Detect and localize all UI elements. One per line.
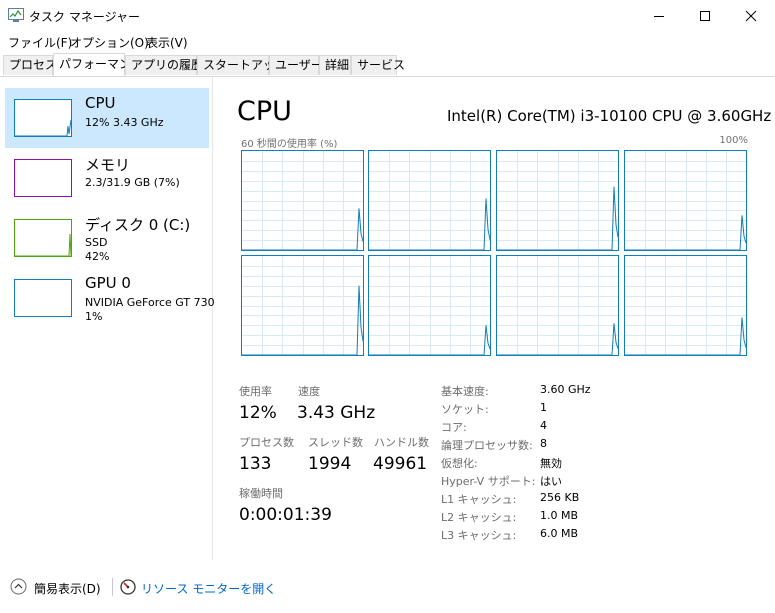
spec-value: 256 KB: [540, 491, 580, 504]
tab-users[interactable]: ユーザー: [269, 55, 323, 75]
core-graph: [624, 255, 747, 356]
usage-line: [369, 198, 490, 250]
page-title: CPU: [237, 96, 292, 127]
speed-value: 3.43 GHz: [297, 403, 376, 423]
core-graph: [241, 150, 364, 251]
maximize-button[interactable]: [682, 0, 728, 31]
close-button[interactable]: [728, 0, 774, 31]
spec-value: 6.0 MB: [540, 527, 579, 540]
spec-label: 論理プロセッサ数:: [441, 439, 533, 452]
core-graph-canvas: [625, 256, 746, 355]
spec-label: L3 キャッシュ:: [441, 529, 517, 542]
core-graph: [241, 255, 364, 356]
speed-label: 速度: [298, 385, 320, 398]
core-graph: [368, 150, 491, 251]
core-graph-canvas: [497, 151, 618, 250]
resource-monitor-icon[interactable]: [120, 579, 136, 595]
resource-list: CPU 12% 3.43 GHz メモリ 2.3/31.9 GB (7%) ディ…: [0, 77, 215, 560]
threads-label: スレッド数: [308, 436, 363, 449]
tab-details[interactable]: 詳細: [319, 55, 351, 75]
task-manager-icon: [8, 8, 24, 22]
resource-detail: 1%: [85, 310, 103, 323]
footer-bar: [0, 566, 775, 613]
usage-line: [497, 323, 618, 355]
disk-thumbnail-graph: [14, 219, 72, 257]
memory-thumbnail-graph: [14, 159, 72, 197]
tab-startup[interactable]: スタートアップ: [197, 55, 287, 75]
resource-monitor-link[interactable]: リソース モニターを開く: [141, 580, 276, 597]
spec-value: 1.0 MB: [540, 509, 579, 522]
core-graph-canvas: [497, 256, 618, 355]
fewer-details-button[interactable]: 簡易表示(D): [34, 580, 101, 597]
resource-detail: 2.3/31.9 GB (7%): [85, 176, 180, 189]
tab-services[interactable]: サービス: [351, 55, 405, 75]
spec-label: L2 キャッシュ:: [441, 511, 517, 524]
spec-value: はい: [540, 475, 562, 488]
resource-detail: NVIDIA GeForce GT 730: [85, 296, 215, 309]
usage-label: 使用率: [239, 385, 272, 398]
chevron-up-circle-icon[interactable]: [10, 578, 27, 595]
core-graph: [496, 255, 619, 356]
close-icon: [745, 10, 757, 21]
resource-item-memory[interactable]: メモリ 2.3/31.9 GB (7%): [5, 148, 209, 208]
maximize-icon: [700, 10, 710, 21]
processes-value: 133: [239, 454, 272, 474]
core-graph: [624, 150, 747, 251]
resource-title: CPU: [85, 94, 116, 112]
spec-label: Hyper-V サポート:: [441, 475, 536, 488]
core-graph-canvas: [369, 151, 490, 250]
core-graph: [496, 150, 619, 251]
core-graph-canvas: [242, 256, 363, 355]
tab-processes[interactable]: プロセス: [3, 55, 57, 75]
minimize-button[interactable]: [636, 0, 682, 31]
usage-value: 12%: [239, 403, 277, 423]
spec-value: 4: [540, 419, 547, 432]
menu-file[interactable]: ファイル(F): [8, 34, 72, 51]
menu-view[interactable]: 表示(V): [146, 34, 188, 51]
graph-max-label: 100%: [719, 135, 748, 146]
spec-label: コア:: [441, 421, 467, 434]
resource-detail: SSD: [85, 236, 108, 249]
resource-detail: 12% 3.43 GHz: [85, 116, 164, 129]
uptime-value: 0:00:01:39: [239, 505, 332, 525]
resource-title: ディスク 0 (C:): [85, 216, 191, 234]
handles-value: 49961: [373, 454, 428, 474]
resource-title: GPU 0: [85, 274, 131, 292]
resource-item-disk[interactable]: ディスク 0 (C:) SSD 42%: [5, 208, 209, 268]
cpu-thumbnail-graph: [14, 99, 72, 137]
spec-label: L1 キャッシュ:: [441, 493, 517, 506]
minimize-icon: [654, 15, 664, 17]
footer-divider: [112, 578, 113, 596]
resource-item-cpu[interactable]: CPU 12% 3.43 GHz: [5, 88, 209, 148]
spec-value: 無効: [540, 457, 562, 470]
spec-value: 1: [540, 401, 547, 414]
usage-line: [625, 317, 746, 355]
processes-label: プロセス数: [239, 436, 294, 449]
uptime-label: 稼働時間: [239, 487, 283, 500]
core-graph-canvas: [625, 151, 746, 250]
tab-performance[interactable]: パフォーマンス: [53, 53, 143, 76]
core-graph-canvas: [369, 256, 490, 355]
window-title: タスク マネージャー: [29, 10, 140, 24]
resource-title: メモリ: [85, 156, 131, 174]
resource-detail: 42%: [85, 250, 110, 263]
spec-value: 3.60 GHz: [540, 383, 591, 396]
tab-app-history[interactable]: アプリの履歴: [125, 55, 203, 75]
spec-label: 基本速度:: [441, 385, 489, 398]
core-graph: [368, 255, 491, 356]
gpu-thumbnail-graph: [14, 279, 72, 317]
usage-line: [242, 208, 363, 250]
resource-item-gpu[interactable]: GPU 0 NVIDIA GeForce GT 730 1%: [5, 268, 215, 328]
threads-value: 1994: [308, 454, 352, 474]
graph-caption: 60 秒間の使用率 (%): [241, 139, 338, 150]
cpu-model-name: Intel(R) Core(TM) i3-10100 CPU @ 3.60GHz: [447, 107, 772, 125]
handles-label: ハンドル数: [374, 436, 429, 449]
usage-line: [369, 325, 490, 355]
menu-options[interactable]: オプション(O): [70, 34, 149, 51]
spec-label: 仮想化:: [441, 457, 478, 470]
core-graph-canvas: [242, 151, 363, 250]
spec-value: 8: [540, 437, 547, 450]
spec-label: ソケット:: [441, 403, 489, 416]
